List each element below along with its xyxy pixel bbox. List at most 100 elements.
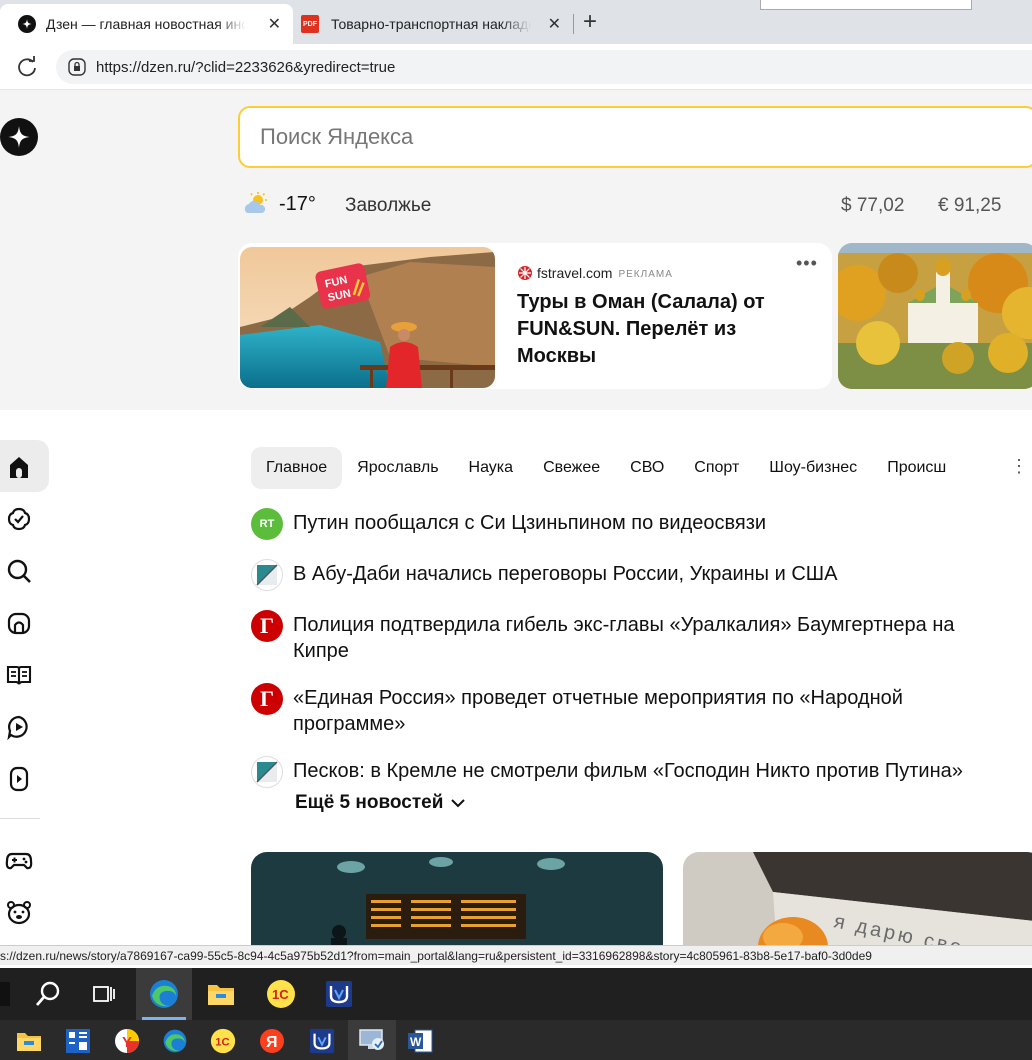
news-card-gift[interactable]: я дарю сво — [683, 852, 1032, 945]
more-tabs-icon[interactable]: ⋮ — [1010, 456, 1028, 477]
site-info-icon[interactable] — [68, 58, 86, 76]
address-bar-row: https://dzen.ru/?clid=2233626&yredirect=… — [0, 44, 1032, 90]
news-item[interactable]: RT Путин пообщался с Си Цзиньпином по ви… — [251, 508, 1031, 540]
ad-label: РЕКЛАМА — [618, 268, 673, 280]
tass-logo-icon — [251, 559, 283, 591]
browser-tabbar: Дзен — главная новостная информация ✕ PD… — [0, 0, 1032, 44]
search-icon[interactable] — [4, 556, 34, 586]
search-icon[interactable] — [28, 974, 68, 1014]
news-item[interactable]: Песков: в Кремле не смотрели фильм «Госп… — [251, 756, 1031, 788]
uw-app-icon[interactable] — [316, 974, 362, 1014]
calculator-icon[interactable] — [63, 1026, 93, 1056]
weather-widget[interactable]: -17° — [243, 192, 316, 216]
edge-icon[interactable] — [160, 1026, 190, 1056]
chevron-down-icon — [451, 799, 466, 808]
city-name[interactable]: Заволжье — [345, 195, 431, 217]
svg-text:Y: Y — [122, 1034, 132, 1051]
more-news-button[interactable]: Ещё 5 новостей — [295, 792, 466, 814]
reload-icon[interactable] — [16, 56, 38, 84]
1c-icon[interactable]: 1C — [208, 1026, 238, 1056]
subscriptions-icon[interactable] — [4, 504, 34, 534]
svg-text:1C: 1C — [272, 987, 289, 1002]
ad-title[interactable]: Туры в Оман (Салала) от FUN&SUN. Перелёт… — [517, 289, 797, 370]
word-icon[interactable]: W — [405, 1026, 435, 1056]
tab-sport[interactable]: Спорт — [679, 447, 754, 489]
1c-icon[interactable]: 1C — [258, 974, 304, 1014]
video-icon[interactable] — [4, 712, 34, 742]
header-section: -17° Заволжье $ 77,02 € 91,25 — [0, 90, 1032, 410]
kids-icon[interactable] — [4, 898, 34, 928]
shorts-icon[interactable] — [4, 764, 34, 794]
stories-icon[interactable] — [4, 608, 34, 638]
news-headline[interactable]: Песков: в Кремле не смотрели фильм «Госп… — [293, 756, 963, 784]
news-headline[interactable]: В Абу-Даби начались переговоры России, У… — [293, 559, 837, 587]
news-item[interactable]: Г Полиция подтвердила гибель экс-главы «… — [251, 610, 1031, 664]
zen-logo-icon[interactable] — [0, 118, 38, 156]
tab-svo[interactable]: СВО — [615, 447, 679, 489]
yandex-browser-icon[interactable]: Y — [112, 1026, 142, 1056]
quick-launch-bar: Y 1C Я W — [0, 1020, 1032, 1060]
g-logo-icon: Г — [251, 683, 283, 715]
ad-domain: fstravel.com — [537, 265, 613, 281]
temperature: -17° — [279, 192, 316, 215]
eur-rate[interactable]: € 91,25 — [938, 195, 1001, 217]
tab-fresh[interactable]: Свежее — [528, 447, 615, 489]
svg-text:Я: Я — [266, 1034, 278, 1051]
news-headline[interactable]: Полиция подтвердила гибель экс-главы «Ур… — [293, 610, 1013, 664]
news-list: RT Путин пообщался с Си Цзиньпином по ви… — [251, 508, 1031, 807]
search-input[interactable] — [260, 124, 960, 150]
zen-favicon-icon — [18, 15, 36, 33]
news-item[interactable]: В Абу-Даби начались переговоры России, У… — [251, 559, 1031, 591]
tab-showbiz[interactable]: Шоу-бизнес — [754, 447, 872, 489]
tass-logo-icon — [251, 756, 283, 788]
pdf-favicon-icon: PDF — [301, 15, 319, 33]
yandex-icon[interactable]: Я — [257, 1026, 287, 1056]
ad-image: FUN SUN — [240, 247, 495, 388]
page-content: -17° Заволжье $ 77,02 € 91,25 — [0, 90, 1032, 945]
remote-desktop-icon[interactable] — [348, 1020, 396, 1060]
category-tabs: Главное Ярославль Наука Свежее СВО Спорт… — [251, 447, 954, 489]
edge-icon[interactable] — [136, 968, 192, 1020]
g-logo-icon: Г — [251, 610, 283, 642]
tab-main[interactable]: Главное — [251, 447, 343, 489]
start-edge[interactable] — [0, 982, 10, 1006]
url-field[interactable]: https://dzen.ru/?clid=2233626&yredirect=… — [56, 50, 1032, 84]
sidebar-divider — [0, 818, 40, 819]
search-box[interactable] — [238, 106, 1032, 168]
file-explorer-icon[interactable] — [198, 974, 244, 1014]
usd-rate[interactable]: $ 77,02 — [841, 195, 904, 217]
taskbar: 1C — [0, 968, 1032, 1020]
close-icon[interactable]: ✕ — [268, 14, 281, 34]
news-headline[interactable]: Путин пообщался с Си Цзиньпином по видео… — [293, 508, 766, 536]
more-options-icon[interactable]: ••• — [796, 253, 818, 274]
articles-icon[interactable] — [4, 660, 34, 690]
svg-text:W: W — [410, 1035, 422, 1049]
home-icon[interactable] — [4, 452, 34, 482]
tab-title: Товарно-транспортная накладная — [331, 16, 531, 32]
new-tab-button[interactable]: + — [583, 8, 597, 36]
ad-card[interactable]: FUN SUN fstravel.com РЕКЛАМА ••• Туры в … — [238, 243, 832, 389]
news-item[interactable]: Г «Единая Россия» проведет отчетные меро… — [251, 683, 1031, 737]
uw-app-icon[interactable] — [307, 1026, 337, 1056]
status-bar-url: s://dzen.ru/news/story/a7869167-ca99-55c… — [0, 945, 1032, 965]
svg-text:1C: 1C — [215, 1036, 229, 1048]
fstravel-logo-icon — [518, 266, 532, 280]
tab-yaroslavl[interactable]: Ярославль — [342, 447, 453, 489]
games-icon[interactable] — [4, 846, 34, 876]
partly-cloudy-icon — [244, 192, 267, 213]
tab-science[interactable]: Наука — [454, 447, 529, 489]
tab-dzen[interactable]: Дзен — главная новостная информация ✕ — [0, 4, 293, 44]
url-text: https://dzen.ru/?clid=2233626&yredirect=… — [96, 58, 396, 76]
ad-source[interactable]: fstravel.com РЕКЛАМА — [517, 265, 673, 281]
tab-pdf[interactable]: PDF Товарно-транспортная накладная ✕ — [293, 4, 573, 44]
news-card-station[interactable] — [251, 852, 663, 945]
window-overlay — [760, 0, 972, 10]
autumn-church-card[interactable] — [838, 243, 1032, 389]
tab-incidents[interactable]: Происш — [872, 447, 954, 489]
close-icon[interactable]: ✕ — [548, 14, 561, 34]
more-news-label: Ещё 5 новостей — [295, 792, 444, 813]
news-headline[interactable]: «Единая Россия» проведет отчетные меропр… — [293, 683, 973, 737]
file-explorer-icon[interactable] — [14, 1026, 44, 1056]
tab-title: Дзен — главная новостная информация — [46, 16, 246, 32]
task-view-icon[interactable] — [84, 974, 124, 1014]
